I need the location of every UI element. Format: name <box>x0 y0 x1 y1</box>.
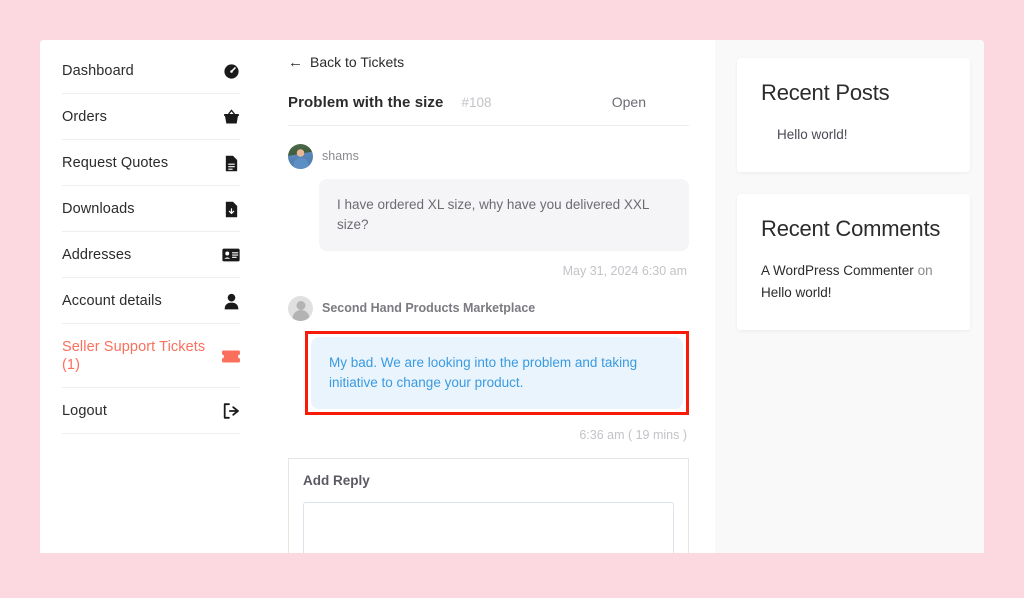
logout-icon <box>222 402 240 420</box>
message-author-name: shams <box>322 149 359 163</box>
ticket-detail-main: ← Back to Tickets Problem with the size … <box>262 40 715 553</box>
list-item: Hello world! <box>761 124 946 146</box>
basket-icon <box>222 108 240 126</box>
message-timestamp: May 31, 2024 6:30 am <box>562 263 687 278</box>
ticket-header: Problem with the size #108 Open <box>288 94 689 126</box>
message-highlight-annotation: My bad. We are looking into the problem … <box>305 330 689 415</box>
id-card-icon <box>222 246 240 264</box>
account-sidebar-nav: Dashboard Orders Request Quotes Download… <box>40 40 262 553</box>
avatar <box>288 295 313 321</box>
message-bubble: My bad. We are looking into the problem … <box>311 336 683 409</box>
user-icon <box>222 292 240 310</box>
ticket-icon <box>222 347 240 365</box>
comment-post-link[interactable]: Hello world! <box>761 285 832 300</box>
sidebar-item-seller-support-tickets[interactable]: Seller Support Tickets (1) <box>62 324 240 388</box>
widget-title: Recent Posts <box>761 80 890 105</box>
browser-content-frame: Dashboard Orders Request Quotes Download… <box>40 40 984 553</box>
message-author-name: Second Hand Products Marketplace <box>322 301 536 315</box>
back-to-tickets-link[interactable]: ← Back to Tickets <box>288 54 404 70</box>
sidebar-item-label: Dashboard <box>62 63 134 79</box>
message-author-row: shams <box>288 143 689 169</box>
back-to-tickets-label: Back to Tickets <box>310 54 405 70</box>
sidebar-item-label: Addresses <box>62 247 132 263</box>
sidebar-item-logout[interactable]: Logout <box>62 388 240 434</box>
comment-connector: on <box>917 263 933 278</box>
sidebar-item-request-quotes[interactable]: Request Quotes <box>62 140 240 186</box>
list-item: A WordPress Commenter on Hello world! <box>761 260 946 304</box>
file-icon <box>222 154 240 172</box>
ticket-status-badge: Open <box>611 93 646 110</box>
ticket-title: Problem with the size <box>288 93 444 111</box>
message-timestamp: 6:36 am ( 19 mins ) <box>579 427 687 442</box>
dashboard-icon <box>222 62 240 80</box>
sidebar-item-orders[interactable]: Orders <box>62 94 240 140</box>
sidebar-item-label: Orders <box>62 109 107 125</box>
add-reply-label: Add Reply <box>303 472 370 488</box>
sidebar-item-downloads[interactable]: Downloads <box>62 186 240 232</box>
sidebar-item-label: Downloads <box>62 201 135 217</box>
sidebar-item-dashboard[interactable]: Dashboard <box>62 48 240 94</box>
widget-recent-posts: Recent Posts Hello world! <box>737 58 970 172</box>
message-author-row: Second Hand Products Marketplace <box>288 295 689 321</box>
widget-sidebar: Recent Posts Hello world! Recent Comment… <box>715 40 984 553</box>
left-arrow-icon: ← <box>288 53 303 71</box>
add-reply-form: Add Reply Submit Reply <box>288 457 689 553</box>
sidebar-item-label: Account details <box>62 293 162 309</box>
ticket-number: #108 <box>461 94 492 110</box>
reply-textarea[interactable] <box>303 501 674 553</box>
ticket-message: shams I have ordered XL size, why have y… <box>288 143 689 278</box>
avatar <box>288 143 313 169</box>
ticket-message: Second Hand Products Marketplace My bad.… <box>288 295 689 442</box>
recent-post-link[interactable]: Hello world! <box>777 127 848 142</box>
comment-author-link[interactable]: A WordPress Commenter <box>761 263 914 278</box>
sidebar-item-label: Seller Support Tickets (1) <box>62 339 206 373</box>
sidebar-item-label: Request Quotes <box>62 155 169 171</box>
sidebar-item-label: Logout <box>62 403 107 419</box>
download-file-icon <box>222 200 240 218</box>
widget-recent-comments: Recent Comments A WordPress Commenter on… <box>737 194 970 330</box>
sidebar-item-account-details[interactable]: Account details <box>62 278 240 324</box>
message-bubble: I have ordered XL size, why have you del… <box>319 178 689 251</box>
recent-posts-list: Hello world! <box>761 124 946 146</box>
sidebar-item-addresses[interactable]: Addresses <box>62 232 240 278</box>
widget-title: Recent Comments <box>761 216 941 241</box>
